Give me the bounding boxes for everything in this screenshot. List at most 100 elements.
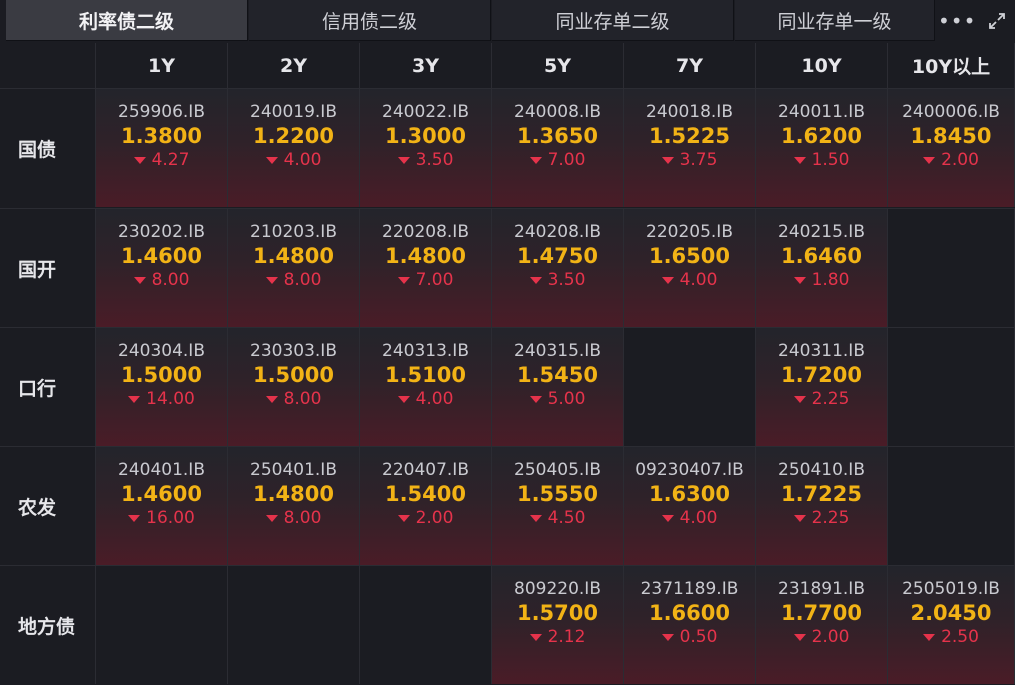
quote-cell[interactable]: 809220.IB 1.5700 2.12: [492, 565, 624, 684]
quote-cell[interactable]: 240022.IB 1.3000 3.50: [360, 88, 492, 207]
yield-change: 0.50: [661, 626, 717, 648]
quote-cell[interactable]: 240304.IB 1.5000 14.00: [96, 327, 228, 446]
quote-cell[interactable]: 230202.IB 1.4600 8.00: [96, 208, 228, 327]
down-arrow-icon: [265, 156, 278, 164]
change-value: 3.50: [547, 270, 586, 290]
change-value: 4.00: [415, 389, 454, 409]
down-arrow-icon: [793, 633, 806, 641]
bond-code: 2505019.IB: [902, 579, 1000, 599]
column-header-10y以上: 10Y以上: [888, 43, 1015, 88]
bond-yield: 1.8450: [910, 124, 992, 148]
down-arrow-icon: [133, 276, 146, 284]
change-value: 2.12: [547, 627, 586, 647]
yield-change: 3.75: [661, 149, 717, 171]
down-arrow-icon: [661, 633, 674, 641]
bond-yield: 1.5000: [120, 363, 203, 387]
bond-code: 240315.IB: [514, 341, 601, 361]
down-arrow-icon: [265, 276, 278, 284]
quote-cell[interactable]: 240011.IB 1.6200 1.50: [756, 88, 888, 207]
quote-cell[interactable]: 240019.IB 1.2200 4.00: [228, 88, 360, 207]
row-label: 农发: [0, 446, 96, 565]
quote-cell[interactable]: 220208.IB 1.4800 7.00: [360, 208, 492, 327]
quote-cell[interactable]: 240315.IB 1.5450 5.00: [492, 327, 624, 446]
quote-cell[interactable]: 250405.IB 1.5550 4.50: [492, 446, 624, 565]
expand-icon[interactable]: [987, 11, 1007, 31]
quote-cell[interactable]: 2505019.IB 2.0450 2.50: [888, 565, 1015, 684]
quote-cell[interactable]: 230303.IB 1.5000 8.00: [228, 327, 360, 446]
yield-change: 5.00: [529, 388, 585, 410]
change-value: 3.50: [415, 150, 454, 170]
bond-code: 230303.IB: [250, 341, 337, 361]
empty-cell: [228, 565, 360, 684]
empty-cell: [888, 327, 1015, 446]
change-value: 7.00: [415, 270, 454, 290]
change-value: 1.50: [811, 150, 850, 170]
change-value: 2.00: [941, 150, 979, 170]
bond-code: 240011.IB: [778, 102, 865, 122]
quote-cell[interactable]: 240018.IB 1.5225 3.75: [624, 88, 756, 207]
change-value: 2.25: [811, 389, 850, 409]
quote-cell[interactable]: 210203.IB 1.4800 8.00: [228, 208, 360, 327]
change-value: 2.25: [811, 508, 850, 528]
quote-cell[interactable]: 220407.IB 1.5400 2.00: [360, 446, 492, 565]
change-value: 2.00: [415, 508, 454, 528]
change-value: 1.80: [811, 270, 850, 290]
quote-cell[interactable]: 220205.IB 1.6500 4.00: [624, 208, 756, 327]
bond-code: 230202.IB: [118, 222, 205, 242]
down-arrow-icon: [529, 514, 542, 522]
tab-credit-bond-secondary[interactable]: 信用债二级: [249, 0, 491, 41]
tab-ncd-secondary[interactable]: 同业存单二级: [492, 0, 734, 41]
quote-cell[interactable]: 2400006.IB 1.8450 2.00: [888, 88, 1015, 207]
quote-cell[interactable]: 259906.IB 1.3800 4.27: [96, 88, 228, 207]
change-value: 8.00: [283, 270, 322, 290]
bond-code: 809220.IB: [514, 579, 601, 599]
yield-change: 4.00: [661, 507, 717, 529]
column-header-5y: 5Y: [492, 43, 624, 88]
yield-change: 4.50: [529, 507, 585, 529]
quote-cell[interactable]: 240401.IB 1.4600 16.00: [96, 446, 228, 565]
bond-code: 240311.IB: [778, 341, 865, 361]
quote-cell[interactable]: 2371189.IB 1.6600 0.50: [624, 565, 756, 684]
quote-cell[interactable]: 250410.IB 1.7225 2.25: [756, 446, 888, 565]
yield-change: 8.00: [265, 507, 321, 529]
quote-cell[interactable]: 240215.IB 1.6460 1.80: [756, 208, 888, 327]
down-arrow-icon: [397, 276, 410, 284]
yield-change: 8.00: [265, 269, 322, 291]
down-arrow-icon: [128, 514, 141, 522]
down-arrow-icon: [661, 514, 674, 522]
change-value: 14.00: [146, 389, 195, 409]
tab-rate-bond-secondary[interactable]: 利率债二级: [6, 0, 248, 41]
tab-bar: 利率债二级 信用债二级 同业存单二级 同业存单一级 •••: [0, 0, 1015, 43]
yield-change: 2.00: [397, 507, 454, 529]
bond-yield: 1.4800: [252, 244, 335, 268]
bond-yield: 1.6460: [780, 244, 863, 268]
tab-ncd-primary[interactable]: 同业存单一级: [735, 0, 935, 41]
down-arrow-icon: [529, 276, 542, 284]
quote-cell[interactable]: 240008.IB 1.3650 7.00: [492, 88, 624, 207]
quote-cell[interactable]: 240313.IB 1.5100 4.00: [360, 327, 492, 446]
yield-change: 3.50: [397, 149, 454, 171]
bond-code: 220208.IB: [382, 222, 469, 242]
bond-yield: 1.6600: [648, 601, 731, 625]
bond-yield: 1.7225: [780, 482, 863, 506]
empty-cell: [624, 327, 756, 446]
quote-cell[interactable]: 09230407.IB 1.6300 4.00: [624, 446, 756, 565]
yield-change: 1.80: [793, 269, 850, 291]
bond-yield: 1.5400: [384, 482, 467, 506]
change-value: 4.00: [679, 270, 718, 290]
more-icon[interactable]: •••: [938, 11, 976, 31]
bond-code: 09230407.IB: [635, 460, 744, 480]
down-arrow-icon: [793, 156, 806, 164]
header-corner: [0, 43, 96, 88]
down-arrow-icon: [397, 395, 410, 403]
bond-yield: 1.6200: [780, 124, 863, 148]
quote-cell[interactable]: 240208.IB 1.4750 3.50: [492, 208, 624, 327]
down-arrow-icon: [529, 633, 542, 641]
change-value: 2.50: [941, 627, 979, 647]
quote-cell[interactable]: 240311.IB 1.7200 2.25: [756, 327, 888, 446]
bond-yield: 1.3000: [384, 124, 467, 148]
down-arrow-icon: [661, 276, 674, 284]
quote-cell[interactable]: 231891.IB 1.7700 2.00: [756, 565, 888, 684]
yield-change: 2.12: [529, 626, 586, 648]
quote-cell[interactable]: 250401.IB 1.4800 8.00: [228, 446, 360, 565]
